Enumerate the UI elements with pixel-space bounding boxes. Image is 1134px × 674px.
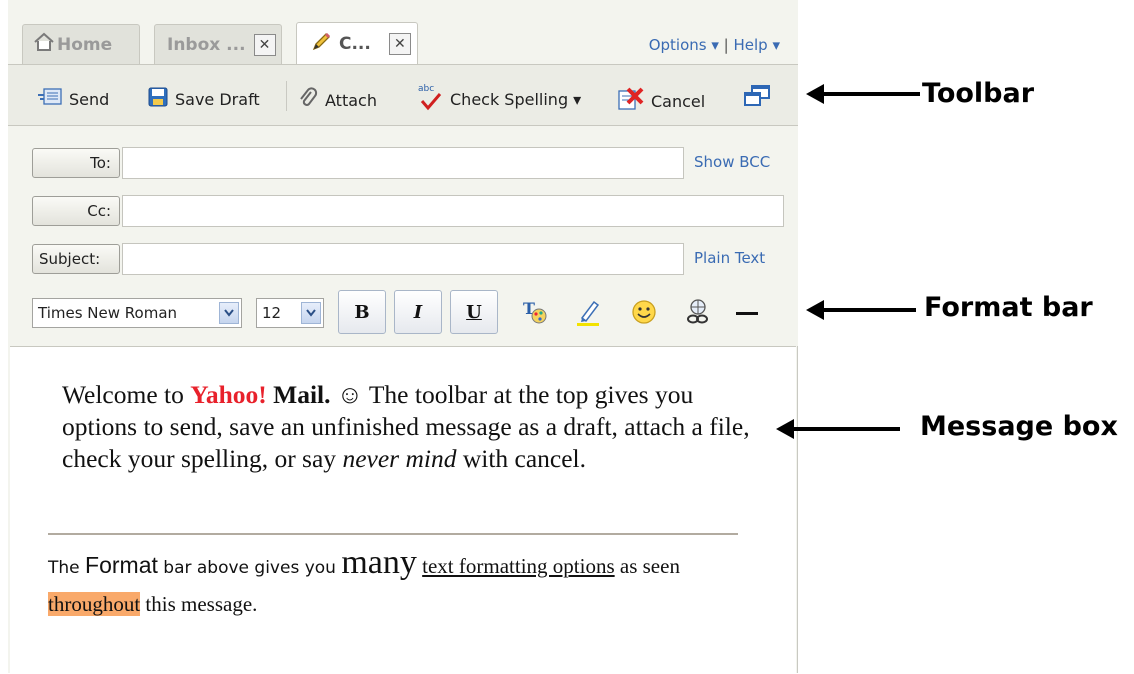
message-text: bar above gives you <box>157 558 342 578</box>
cancel-label: Cancel <box>651 91 706 111</box>
to-button[interactable]: To: <box>32 148 120 178</box>
font-family-select[interactable]: Times New Roman <box>32 298 242 328</box>
italic-button[interactable]: I <box>394 290 442 334</box>
chevron-down-icon <box>301 302 321 324</box>
send-label: Send <box>69 89 110 109</box>
attach-button[interactable]: Attach <box>298 87 377 113</box>
toolbar-arrow-line <box>820 92 920 96</box>
send-icon <box>38 87 69 111</box>
pencil-icon <box>311 30 333 57</box>
highlight-icon[interactable] <box>575 298 603 330</box>
show-bcc-link[interactable]: Show BCC <box>694 153 770 171</box>
font-size-select[interactable]: 12 <box>256 298 324 328</box>
italic-text: never mind <box>342 444 457 473</box>
toolbar: Send Save Draft Attach abc Check Spellin… <box>8 64 798 126</box>
tab-home[interactable]: Home <box>22 24 140 64</box>
smiley-icon: ☺ <box>330 380 363 409</box>
subject-button: Subject: <box>32 244 120 274</box>
close-icon[interactable]: ✕ <box>253 33 276 56</box>
compose-window: Home Inbox ... ✕ C... ✕ Options ▾ | Help… <box>8 0 798 674</box>
save-draft-button[interactable]: Save Draft <box>148 87 260 111</box>
large-text: Format <box>85 552 158 578</box>
message-box-annotation: Message box <box>920 411 1118 442</box>
save-icon <box>148 87 175 111</box>
help-link[interactable]: Help ▾ <box>734 36 781 54</box>
check-spelling-button[interactable]: abc Check Spelling ▾ <box>417 84 582 111</box>
mail-text: Mail. <box>266 380 331 409</box>
popout-button[interactable] <box>744 85 777 111</box>
huge-text: many <box>341 544 417 581</box>
link-icon[interactable] <box>684 298 712 330</box>
subject-field[interactable] <box>122 243 684 275</box>
font-family-value: Times New Roman <box>38 304 178 322</box>
toolbar-annotation: Toolbar <box>922 78 1035 109</box>
spellcheck-icon: abc <box>417 84 443 111</box>
plain-text-link[interactable]: Plain Text <box>694 249 765 267</box>
check-spelling-label: Check Spelling ▾ <box>450 89 582 109</box>
format-bar-arrow-line <box>820 308 916 312</box>
popout-window-icon <box>744 85 777 111</box>
subject-label: Subject: <box>39 250 101 268</box>
tab-inbox[interactable]: Inbox ... ✕ <box>154 24 282 64</box>
to-label: To: <box>90 154 111 172</box>
message-text: The <box>48 558 86 578</box>
font-size-value: 12 <box>262 304 282 322</box>
paperclip-icon <box>298 87 325 113</box>
save-draft-label: Save Draft <box>175 89 260 109</box>
message-box-arrow-line <box>790 427 900 431</box>
cc-field[interactable] <box>122 195 784 227</box>
chevron-down-icon <box>219 302 239 324</box>
highlighted-text: throughout <box>48 592 141 616</box>
send-button[interactable]: Send <box>38 87 109 111</box>
cancel-icon <box>618 87 651 115</box>
text-color-icon[interactable]: T <box>521 298 549 330</box>
message-body[interactable]: Welcome to Yahoo! Mail. ☺ The toolbar at… <box>10 346 796 674</box>
attach-label: Attach <box>325 90 377 110</box>
options-link[interactable]: Options ▾ <box>649 36 719 54</box>
cancel-button[interactable]: Cancel <box>618 87 705 115</box>
message-paragraph-2: The Format bar above gives you many text… <box>48 545 768 622</box>
home-icon <box>33 32 55 57</box>
message-text: Welcome to <box>62 380 191 409</box>
toolbar-divider <box>286 81 287 111</box>
message-paragraph-1: Welcome to Yahoo! Mail. ☺ The toolbar at… <box>62 379 762 475</box>
format-bar-annotation: Format bar <box>924 292 1093 323</box>
cc-label: Cc: <box>87 202 111 220</box>
tab-compose-label: C... <box>339 33 371 54</box>
emoticon-icon[interactable] <box>630 298 658 330</box>
horizontal-rule <box>48 533 738 535</box>
tab-compose[interactable]: C... ✕ <box>296 22 418 64</box>
tab-inbox-label: Inbox ... <box>167 34 246 55</box>
tab-home-label: Home <box>57 34 113 55</box>
to-field[interactable] <box>122 147 684 179</box>
underlined-text: text formatting options <box>422 554 615 578</box>
underline-button[interactable]: U <box>450 290 498 334</box>
bold-button[interactable]: B <box>338 290 386 334</box>
horizontal-rule-icon[interactable] <box>736 312 758 315</box>
yahoo-brand-text: Yahoo! <box>190 380 267 409</box>
top-links: Options ▾ | Help ▾ <box>649 36 780 54</box>
cc-button[interactable]: Cc: <box>32 196 120 226</box>
message-text: as seen <box>614 554 680 578</box>
message-text: this message. <box>140 592 258 616</box>
tab-strip: Home Inbox ... ✕ C... ✕ Options ▾ | Help… <box>8 0 798 64</box>
close-icon[interactable]: ✕ <box>388 32 411 55</box>
top-links-separator: | <box>723 36 729 54</box>
message-text: with cancel. <box>456 444 587 473</box>
